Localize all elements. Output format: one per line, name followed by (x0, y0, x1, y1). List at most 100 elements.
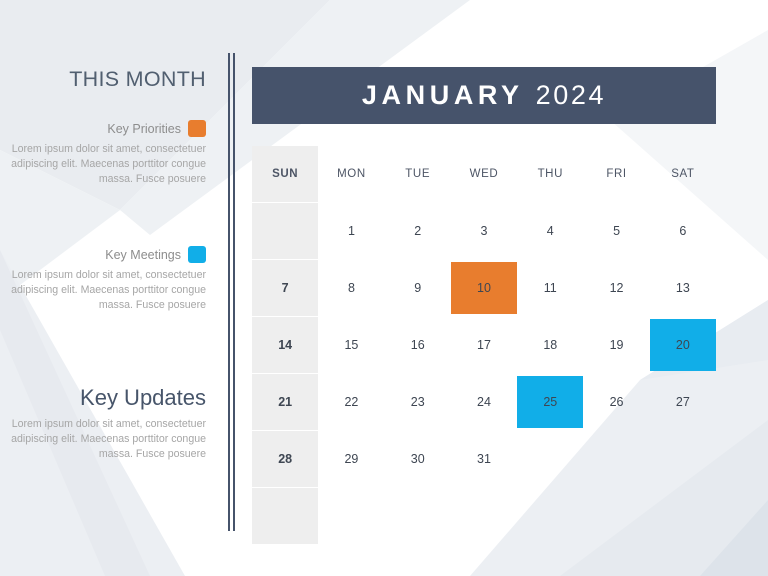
day-number: 12 (609, 281, 624, 295)
calendar-empty-cell (318, 488, 384, 544)
calendar-day-cell[interactable]: 13 (650, 260, 716, 316)
day-number: 11 (543, 281, 557, 295)
calendar-weekday-thu: THU (517, 146, 583, 202)
calendar-weekday-sat: SAT (650, 146, 716, 202)
calendar-weekday-fri: FRI (583, 146, 649, 202)
day-number: 27 (675, 395, 690, 409)
calendar-empty-cell (451, 488, 517, 544)
day-number: 10 (477, 281, 491, 295)
calendar-weekday-sun: SUN (252, 146, 319, 202)
sidebar-block-key-meetings: Key Meetings Lorem ipsum dolor sit amet,… (0, 246, 206, 314)
calendar-day-cell-highlighted[interactable]: 20 (649, 317, 716, 373)
calendar-day-cell[interactable]: 2 (385, 203, 451, 259)
day-number: 21 (278, 395, 293, 409)
sidebar-title: THIS MONTH (69, 67, 206, 91)
calendar-day-cell[interactable]: 17 (451, 317, 517, 373)
weekday-label: FRI (606, 168, 627, 180)
calendar-empty-cell (583, 488, 649, 544)
calendar-day-cell[interactable]: 14 (252, 317, 319, 373)
day-number: 19 (609, 338, 624, 352)
day-number: 17 (477, 338, 491, 352)
weekday-label: SAT (671, 168, 695, 180)
key-priorities-header: Key Priorities (0, 120, 206, 137)
calendar-day-cell[interactable]: 26 (583, 374, 649, 430)
calendar-empty-cell (252, 488, 319, 544)
day-number: 4 (546, 224, 554, 238)
day-number: 13 (675, 281, 690, 295)
calendar-day-cell[interactable]: 27 (650, 374, 716, 430)
calendar-day-cell[interactable]: 28 (252, 431, 319, 487)
calendar-day-cell-highlighted[interactable]: 25 (517, 374, 584, 430)
day-number: 24 (477, 395, 491, 409)
weekday-label: THU (537, 168, 563, 180)
day-number: 30 (410, 452, 425, 466)
calendar-day-cell[interactable]: 24 (451, 374, 517, 430)
calendar-year-label: 2024 (535, 80, 607, 110)
calendar-weekday-wed: WED (451, 146, 517, 202)
weekday-label: MON (337, 168, 366, 180)
day-number: 22 (344, 395, 359, 409)
calendar-day-cell[interactable]: 4 (517, 203, 583, 259)
calendar-weekday-tue: TUE (385, 146, 451, 202)
calendar-day-cell[interactable]: 19 (583, 317, 649, 373)
day-number: 8 (347, 281, 355, 295)
calendar-day-cell[interactable]: 9 (385, 260, 451, 316)
calendar-day-cell[interactable]: 29 (318, 431, 384, 487)
day-number: 28 (278, 452, 293, 466)
calendar-day-cell-highlighted[interactable]: 10 (450, 260, 517, 316)
calendar-empty-cell (583, 431, 649, 487)
day-number: 3 (480, 224, 488, 238)
slide-canvas: THIS MONTH Key Priorities Lorem ipsum do… (0, 0, 768, 576)
orange-swatch-icon (188, 120, 206, 137)
weekday-label: WED (469, 168, 499, 180)
calendar-day-cell[interactable]: 31 (451, 431, 517, 487)
vertical-divider (228, 53, 235, 531)
weekday-label: SUN (272, 168, 299, 180)
calendar-weekday-mon: MON (318, 146, 384, 202)
calendar: JANUARY 2024 SUN MON TUE WED THU FRI SAT 1 2 3 4 5 6… (252, 67, 716, 544)
calendar-grid: SUN MON TUE WED THU FRI SAT 1 2 3 4 5 6 7 8 9 10 11 12 13 14… (252, 146, 716, 544)
day-number: 18 (543, 338, 558, 352)
key-updates-title: Key Updates (80, 385, 206, 410)
weekday-label: TUE (405, 168, 431, 180)
calendar-day-cell[interactable]: 7 (252, 260, 319, 316)
key-meetings-header: Key Meetings (0, 246, 206, 263)
calendar-day-cell[interactable]: 21 (252, 374, 319, 430)
key-meetings-body: Lorem ipsum dolor sit amet, consectetuer… (11, 269, 206, 312)
calendar-day-cell[interactable]: 3 (451, 203, 517, 259)
calendar-day-cell[interactable]: 18 (517, 317, 583, 373)
calendar-day-cell[interactable]: 5 (583, 203, 649, 259)
sidebar: THIS MONTH Key Priorities Lorem ipsum do… (0, 0, 218, 576)
calendar-day-cell[interactable]: 12 (583, 260, 649, 316)
day-number: 14 (278, 338, 293, 352)
key-meetings-label: Key Meetings (105, 247, 181, 262)
day-number: 25 (543, 395, 558, 409)
blue-swatch-icon (188, 246, 206, 263)
divider-line-right (233, 53, 235, 531)
calendar-day-cell[interactable]: 22 (318, 374, 384, 430)
calendar-empty-cell (650, 431, 716, 487)
day-number: 26 (609, 395, 624, 409)
day-number: 23 (410, 395, 425, 409)
calendar-day-cell[interactable]: 8 (318, 260, 384, 316)
calendar-day-cell[interactable]: 6 (650, 203, 716, 259)
calendar-empty-cell (252, 203, 319, 259)
calendar-day-cell[interactable]: 23 (385, 374, 451, 430)
calendar-day-cell[interactable]: 1 (318, 203, 384, 259)
day-number: 31 (477, 452, 491, 466)
divider-line-left (228, 53, 230, 531)
calendar-day-cell[interactable]: 30 (385, 431, 451, 487)
day-number: 29 (344, 452, 359, 466)
day-number: 1 (347, 224, 355, 238)
day-number: 2 (414, 224, 422, 238)
calendar-day-cell[interactable]: 16 (385, 317, 451, 373)
sidebar-block-key-priorities: Key Priorities Lorem ipsum dolor sit ame… (0, 120, 206, 188)
calendar-day-cell[interactable]: 15 (318, 317, 384, 373)
day-number: 9 (414, 281, 422, 295)
day-number: 15 (344, 338, 359, 352)
calendar-day-cell[interactable]: 11 (517, 260, 583, 316)
calendar-empty-cell (517, 488, 583, 544)
key-priorities-body: Lorem ipsum dolor sit amet, consectetuer… (11, 143, 206, 186)
day-number: 5 (613, 224, 621, 238)
calendar-empty-cell (385, 488, 451, 544)
